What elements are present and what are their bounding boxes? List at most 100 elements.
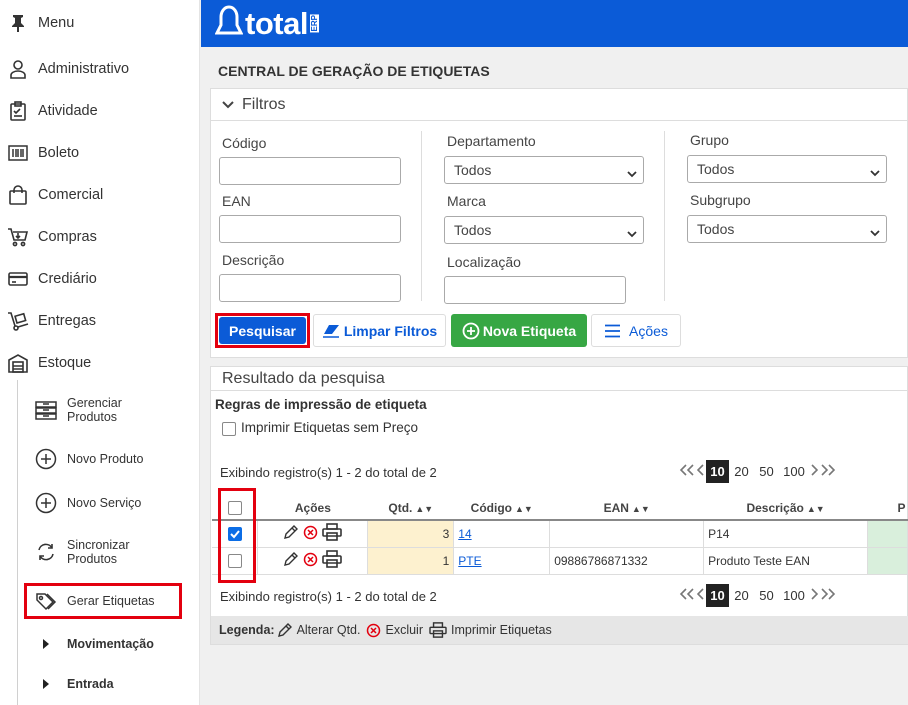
pencil-icon[interactable] xyxy=(283,524,299,543)
clear-filters-button[interactable]: Limpar Filtros xyxy=(313,314,446,347)
code-cell: PTE xyxy=(453,547,551,575)
eraser-icon xyxy=(322,324,340,338)
price-cell xyxy=(867,547,908,575)
chevron-down-icon xyxy=(627,165,637,181)
sidebar-item-administrativo[interactable]: Administrativo xyxy=(0,54,200,84)
clipboard-icon xyxy=(7,100,29,122)
row-actions-cell xyxy=(257,547,369,575)
pencil-icon xyxy=(277,622,293,638)
sidebar: Menu Administrativo Atividade Boleto Com… xyxy=(0,0,200,705)
departamento-select[interactable]: Todos xyxy=(444,156,644,184)
chevron-down-icon xyxy=(222,100,234,109)
pagination-top: 10 20 50 100 xyxy=(678,460,837,483)
chevron-right-icon[interactable] xyxy=(810,463,819,481)
subgrupo-select[interactable]: Todos xyxy=(687,215,887,243)
showing-records-bottom: Exibindo registro(s) 1 - 2 do total de 2 xyxy=(220,589,437,604)
new-label-button-label: Nova Etiqueta xyxy=(482,322,577,339)
grupo-select[interactable]: Todos xyxy=(687,155,887,183)
sidebar-item-boleto[interactable]: Boleto xyxy=(0,138,200,168)
column-header[interactable]: Qtd. ▲▼ xyxy=(367,496,454,521)
column-header[interactable]: Código ▲▼ xyxy=(453,496,550,521)
page-size-option[interactable]: 10 xyxy=(706,460,729,483)
sidebar-item-atividade[interactable]: Atividade xyxy=(0,96,200,126)
column-header-label: EAN xyxy=(603,500,629,515)
codigo-input[interactable] xyxy=(219,157,401,185)
legend-delete: Excluir xyxy=(366,623,423,638)
delete-icon[interactable] xyxy=(303,552,318,570)
legend-edit-label: Alterar Qtd. xyxy=(296,623,361,637)
subgrupo-value: Todos xyxy=(697,221,735,237)
filters-header[interactable]: Filtros xyxy=(211,89,907,121)
sort-icon: ▲▼ xyxy=(415,503,434,514)
code-link[interactable]: 14 xyxy=(458,527,471,541)
sort-icon: ▲▼ xyxy=(631,503,650,514)
pagination-bottom: 10 20 50 100 xyxy=(678,584,837,607)
showing-records-top: Exibindo registro(s) 1 - 2 do total de 2 xyxy=(220,465,437,480)
legend-bar: Legenda: Alterar Qtd. Excluir Imprimir E… xyxy=(211,616,908,644)
delete-icon[interactable] xyxy=(303,525,318,543)
column-header-label: Ações xyxy=(294,500,331,515)
chevron-double-left-icon[interactable] xyxy=(679,463,695,481)
column-header[interactable]: EAN ▲▼ xyxy=(549,496,704,521)
printer-icon[interactable] xyxy=(322,523,343,544)
shopping-bag-icon xyxy=(7,184,29,206)
actions-button[interactable]: Ações xyxy=(591,314,681,347)
submenu-novo-produto[interactable]: Novo Produto xyxy=(34,447,194,471)
sidebar-item-compras[interactable]: Compras xyxy=(0,222,200,252)
chevron-left-icon[interactable] xyxy=(696,587,705,605)
page-size-option[interactable]: 10 xyxy=(706,584,729,607)
page-size-option[interactable]: 50 xyxy=(754,588,779,603)
sort-icon: ▲▼ xyxy=(514,503,533,514)
results-title: Resultado da pesquisa xyxy=(222,370,385,387)
chevron-right-icon[interactable] xyxy=(810,587,819,605)
sidebar-item-crediario[interactable]: Crediário xyxy=(0,264,200,294)
print-without-price-checkbox[interactable] xyxy=(222,422,236,436)
submenu-guide-line xyxy=(17,380,18,705)
table-row: 1 PTE 09886786871332 Produto Teste EAN xyxy=(212,547,908,575)
hand-truck-icon xyxy=(7,310,29,332)
descricao-input[interactable] xyxy=(219,274,401,302)
chevron-double-right-icon[interactable] xyxy=(820,587,836,605)
column-header[interactable]: Descrição ▲▼ xyxy=(703,496,868,521)
legend-delete-label: Excluir xyxy=(385,623,423,637)
marca-select[interactable]: Todos xyxy=(444,216,644,244)
submenu-gerenciar-produtos[interactable]: Gerenciar Produtos xyxy=(34,396,194,424)
column-divider xyxy=(664,131,665,301)
submenu-entrada[interactable]: Entrada xyxy=(34,672,194,696)
menu-toggle[interactable]: Menu xyxy=(0,8,200,38)
sidebar-item-comercial[interactable]: Comercial xyxy=(0,180,200,210)
descricao-label: Descrição xyxy=(222,252,285,268)
legend-print-label: Imprimir Etiquetas xyxy=(451,623,552,637)
chevron-left-icon[interactable] xyxy=(696,463,705,481)
pencil-icon[interactable] xyxy=(283,551,299,570)
results-header: Resultado da pesquisa xyxy=(211,367,907,391)
page-size-option[interactable]: 50 xyxy=(754,464,779,479)
chevron-double-left-icon[interactable] xyxy=(679,587,695,605)
sidebar-item-label: Boleto xyxy=(38,145,80,161)
plus-circle-icon xyxy=(462,322,480,340)
brand-logo[interactable]: total ERP xyxy=(214,4,319,43)
localizacao-input[interactable] xyxy=(444,276,626,304)
submenu-sincronizar-produtos[interactable]: Sincronizar Produtos xyxy=(34,538,194,566)
plus-circle-icon xyxy=(34,447,58,471)
menu-label: Menu xyxy=(38,15,75,31)
sidebar-item-estoque[interactable]: Estoque xyxy=(0,348,200,378)
submenu-novo-servico[interactable]: Novo Serviço xyxy=(34,491,194,515)
page-size-option[interactable]: 20 xyxy=(729,588,754,603)
chevron-down-icon xyxy=(870,164,880,180)
sync-icon xyxy=(34,540,58,564)
departamento-value: Todos xyxy=(454,162,492,178)
page-size-option[interactable]: 20 xyxy=(729,464,754,479)
new-label-button[interactable]: Nova Etiqueta xyxy=(451,314,587,347)
chevron-double-right-icon[interactable] xyxy=(820,463,836,481)
row-actions-cell xyxy=(257,520,369,548)
ean-input[interactable] xyxy=(219,215,401,243)
delete-icon xyxy=(366,623,381,638)
page-size-option[interactable]: 100 xyxy=(779,464,809,479)
page-size-option[interactable]: 100 xyxy=(779,588,809,603)
price-cell xyxy=(867,520,908,548)
printer-icon[interactable] xyxy=(322,550,343,571)
submenu-movimentacao[interactable]: Movimentação xyxy=(34,632,194,656)
sidebar-item-entregas[interactable]: Entregas xyxy=(0,306,200,336)
code-link[interactable]: PTE xyxy=(458,554,481,568)
